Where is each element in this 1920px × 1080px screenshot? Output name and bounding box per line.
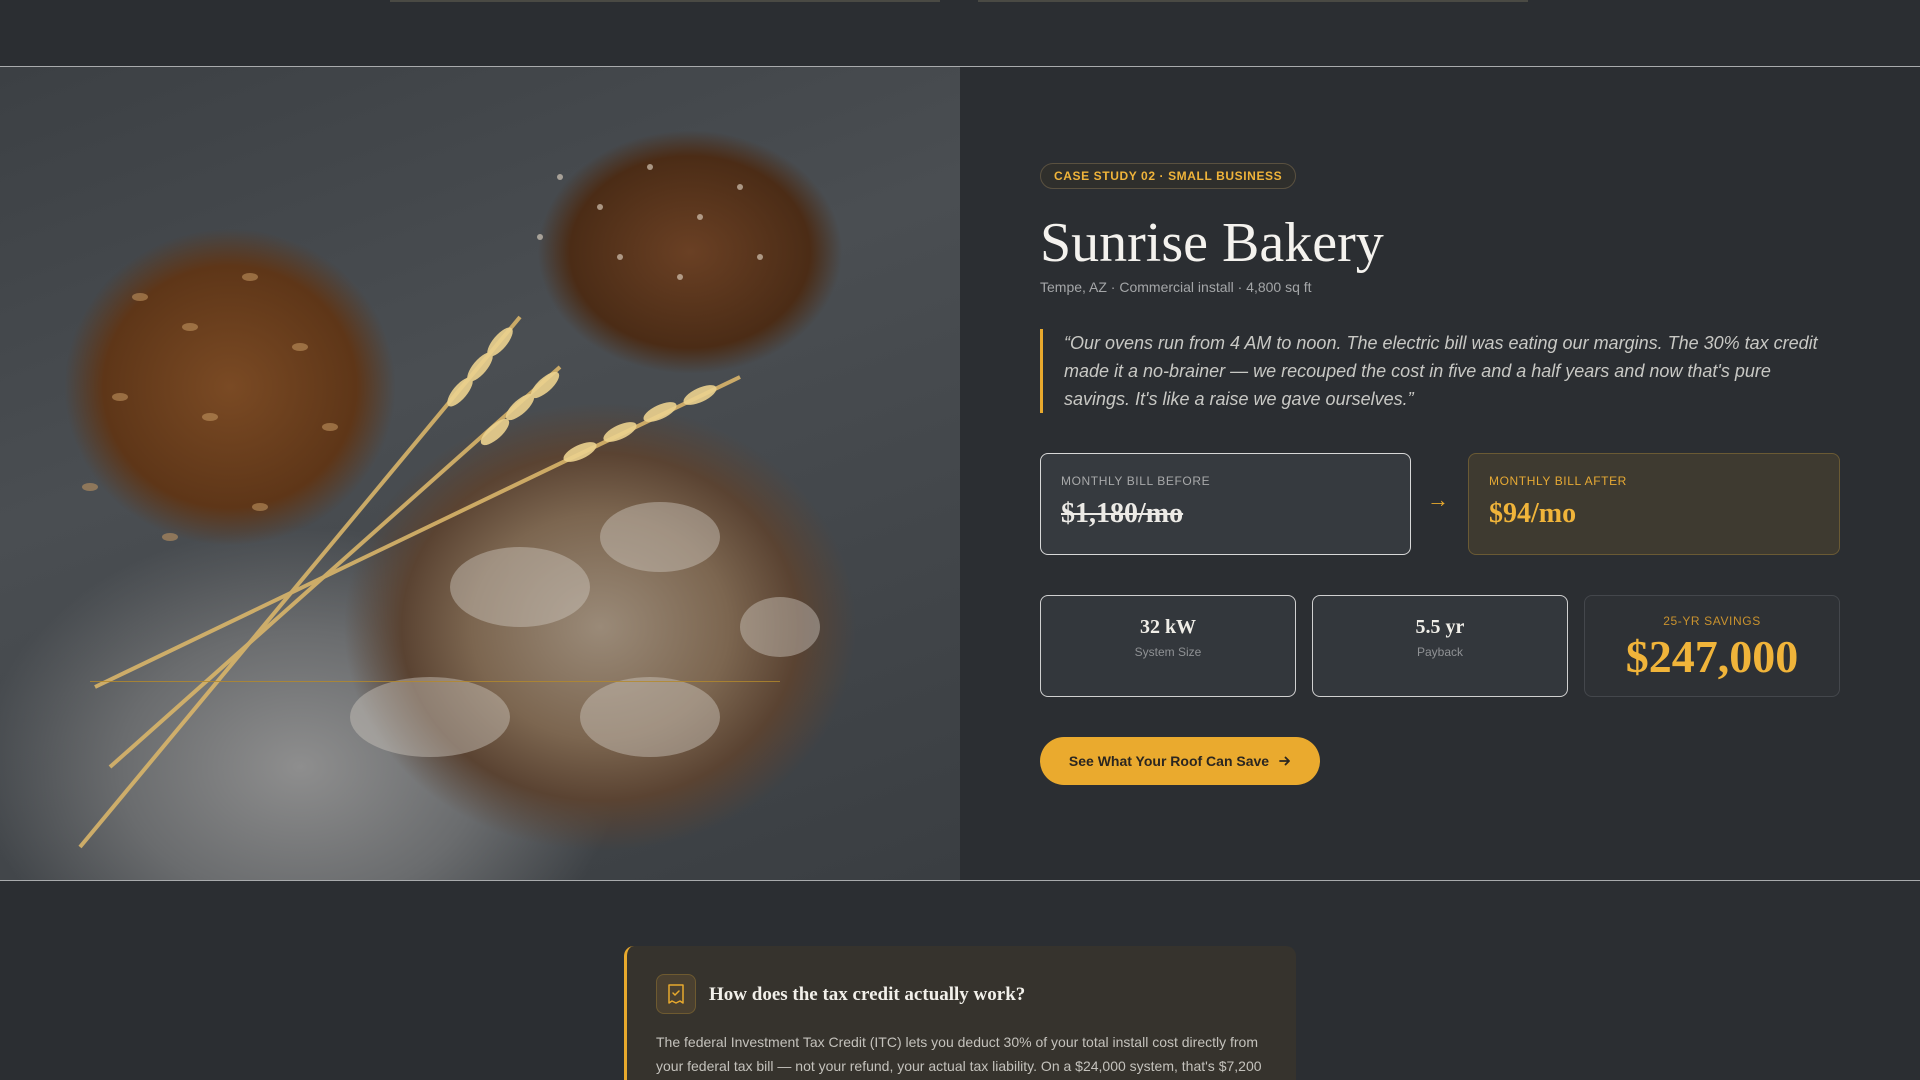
- receipt-glyph: [668, 984, 684, 1004]
- case-study-photo: [0, 67, 960, 880]
- top-divider-left: [390, 0, 940, 2]
- receipt-icon: [656, 974, 696, 1014]
- bill-before-value: $1,180/mo: [1061, 498, 1184, 529]
- case-study-badge: CASE STUDY 02 · SMALL BUSINESS: [1040, 163, 1297, 189]
- customer-quote: “Our ovens run from 4 AM to noon. The el…: [1040, 329, 1840, 413]
- stat-system-size-label: System Size: [1134, 645, 1202, 659]
- stat-savings: 25-YR SAVINGS $247,000: [1584, 595, 1840, 697]
- section-rule-bottom: [0, 880, 1920, 881]
- cta-button[interactable]: See What Your Roof Can Save: [1040, 737, 1320, 785]
- cta-label: See What Your Roof Can Save: [1068, 753, 1270, 769]
- faq-title: How does the tax credit actually work?: [709, 984, 1026, 1005]
- case-study-panel: CASE STUDY 02 · SMALL BUSINESS Sunrise B…: [1040, 67, 1840, 880]
- bill-after-label: MONTHLY BILL AFTER: [1489, 474, 1627, 488]
- stat-system-size: 32 kW System Size: [1040, 595, 1296, 697]
- bill-after-card: MONTHLY BILL AFTER $94/mo: [1468, 453, 1840, 555]
- bread-illustration: [78, 164, 820, 849]
- stat-payback-value: 5.5 yr: [1415, 616, 1465, 638]
- arrow-right-icon: →: [1427, 487, 1449, 512]
- page-title: Sunrise Bakery: [1040, 212, 1384, 274]
- photo-accent-line: [90, 681, 780, 682]
- stat-payback: 5.5 yr Payback: [1312, 595, 1568, 697]
- top-strip: [0, 0, 1920, 66]
- faq-body: The federal Investment Tax Credit (ITC) …: [656, 1034, 1262, 1074]
- stat-system-size-value: 32 kW: [1139, 616, 1197, 638]
- bill-before-label: MONTHLY BILL BEFORE: [1061, 474, 1211, 488]
- arrow-right-icon: [1279, 756, 1290, 766]
- bill-before-card: MONTHLY BILL BEFORE $1,180/mo: [1040, 453, 1411, 555]
- stat-savings-label: 25-YR SAVINGS: [1663, 614, 1761, 628]
- case-subtitle: Tempe, AZ · Commercial install · 4,800 s…: [1040, 279, 1312, 295]
- bill-after-value: $94/mo: [1489, 498, 1577, 529]
- top-divider-right: [978, 0, 1528, 2]
- faq-card[interactable]: How does the tax credit actually work? T…: [624, 946, 1296, 1080]
- stat-payback-label: Payback: [1416, 645, 1464, 659]
- stat-savings-value: $247,000: [1625, 631, 1799, 682]
